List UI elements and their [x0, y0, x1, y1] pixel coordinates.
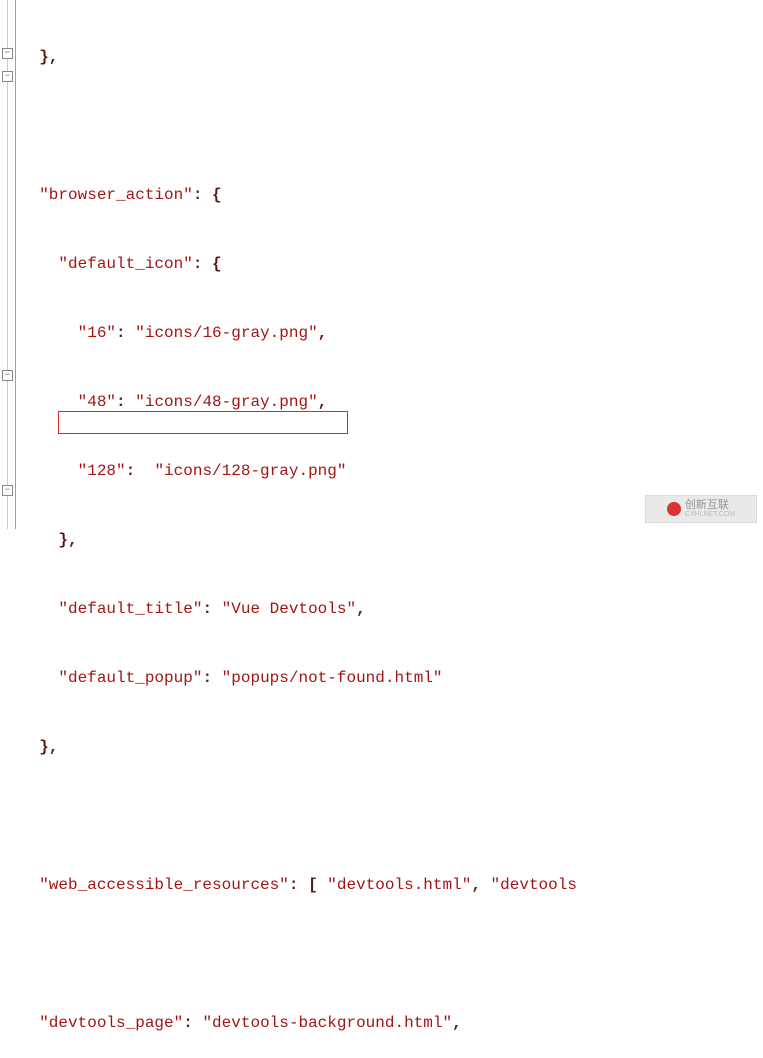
- json-value: "Vue Devtools": [222, 600, 356, 618]
- fold-toggle[interactable]: −: [2, 370, 13, 381]
- json-value: "devtools-background.html": [202, 1014, 452, 1032]
- json-key: "48": [78, 393, 116, 411]
- code-line: [16, 115, 763, 138]
- json-value: "devtools.html": [327, 876, 471, 894]
- json-key: "devtools_page": [39, 1014, 183, 1032]
- watermark-brand: 创新互联: [685, 500, 735, 511]
- fold-toggle[interactable]: −: [2, 485, 13, 496]
- fold-gutter: − − − −: [0, 0, 15, 529]
- brace-close: },: [58, 531, 77, 549]
- code-line: "48": "icons/48-gray.png",: [16, 391, 763, 414]
- fold-toggle[interactable]: −: [2, 48, 13, 59]
- code-line: "16": "icons/16-gray.png",: [16, 322, 763, 345]
- code-line: "default_popup": "popups/not-found.html": [16, 667, 763, 690]
- code-line: "devtools_page": "devtools-background.ht…: [16, 1012, 763, 1035]
- json-key: "default_popup": [58, 669, 202, 687]
- code-line: },: [16, 46, 763, 69]
- json-key: "browser_action": [39, 186, 193, 204]
- json-value: "icons/128-gray.png": [154, 462, 346, 480]
- code-line: "128": "icons/128-gray.png": [16, 460, 763, 483]
- code-line: "default_title": "Vue Devtools",: [16, 598, 763, 621]
- code-line: },: [16, 736, 763, 759]
- json-key: "16": [78, 324, 116, 342]
- fold-toggle[interactable]: −: [2, 71, 13, 82]
- json-key: "default_title": [58, 600, 202, 618]
- watermark: 创新互联 CXHLNET.COM: [645, 495, 757, 523]
- code-line: [16, 805, 763, 828]
- json-key: "web_accessible_resources": [39, 876, 289, 894]
- json-value: "icons/16-gray.png": [135, 324, 317, 342]
- json-value: "popups/not-found.html": [222, 669, 443, 687]
- json-key: "128": [78, 462, 126, 480]
- code-line: "browser_action": {: [16, 184, 763, 207]
- json-key: "default_icon": [58, 255, 192, 273]
- json-value: "icons/48-gray.png": [135, 393, 317, 411]
- brace-close: },: [39, 738, 58, 756]
- json-value: "devtools: [491, 876, 577, 894]
- brace-close: },: [39, 48, 58, 66]
- watermark-logo-icon: [667, 502, 681, 516]
- code-line: [16, 943, 763, 966]
- code-line: "default_icon": {: [16, 253, 763, 276]
- code-editor[interactable]: }, "browser_action": { "default_icon": {…: [16, 0, 763, 529]
- code-line: "web_accessible_resources": [ "devtools.…: [16, 874, 763, 897]
- watermark-sub: CXHLNET.COM: [685, 511, 735, 518]
- code-line: },: [16, 529, 763, 552]
